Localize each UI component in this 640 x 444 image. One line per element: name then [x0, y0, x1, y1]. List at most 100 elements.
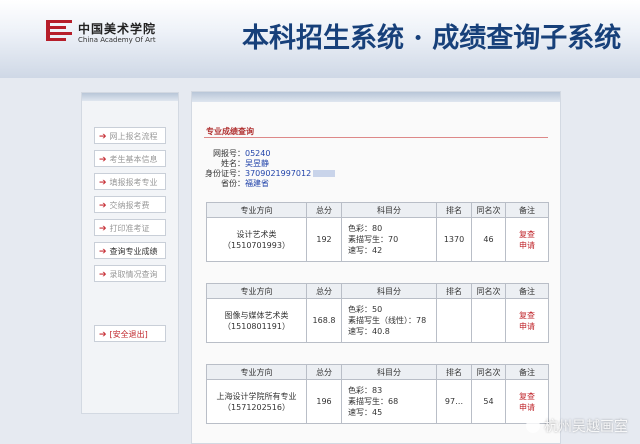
- arrow-right-icon: ➔: [99, 270, 107, 280]
- sidebar-item-label: 录取情况查询: [109, 270, 158, 279]
- arrow-right-icon: ➔: [99, 330, 107, 340]
- subject-score: 素描写生：68: [348, 397, 399, 406]
- main-topbar: [192, 92, 560, 102]
- section-divider: [204, 137, 548, 138]
- rank-cell: 1370: [436, 217, 472, 262]
- rank-cell: [436, 298, 472, 343]
- wechat-icon: [526, 419, 540, 433]
- subjects-cell: 色彩：83 素描写生：68 速写：45: [341, 379, 437, 424]
- id-redaction-blur: [313, 170, 336, 177]
- sidebar-item-label: 查询专业成绩: [109, 247, 158, 256]
- academy-logo-icon: [46, 20, 72, 44]
- score-table-shanghai: 专业方向 总分 科目分 排名 同名次 备注 上海设计学院所有专业 （1571202…: [206, 364, 549, 424]
- col-major: 专业方向: [206, 202, 307, 218]
- col-total: 总分: [306, 283, 342, 299]
- col-note: 备注: [505, 283, 549, 299]
- arrow-right-icon: ➔: [99, 247, 107, 257]
- col-total: 总分: [306, 202, 342, 218]
- major-name: 图像与媒体艺术类: [224, 310, 289, 320]
- major-code: （1510701993）: [223, 240, 290, 250]
- sidebar-item-label: 网上报名流程: [109, 132, 158, 141]
- major-cell: 图像与媒体艺术类 （1510801191）: [206, 298, 307, 343]
- subject-score: 素描写生（线性）：78: [348, 316, 427, 325]
- same-rank-cell: 54: [471, 379, 506, 424]
- sidebar: ➔ 网上报名流程 ➔ 考生基本信息 ➔ 填报报考专业 ➔ 交纳报考费 ➔ 打印准考证 ➔ 查…: [81, 92, 179, 414]
- logout-button[interactable]: ➔ [安全退出]: [94, 325, 166, 342]
- sidebar-item-choose-major[interactable]: ➔ 填报报考专业: [94, 173, 166, 190]
- same-rank-cell: 46: [471, 217, 506, 262]
- col-subjects: 科目分: [341, 202, 437, 218]
- watermark: 杭州吴越画室: [526, 416, 628, 436]
- subject-score: 色彩：83: [348, 386, 383, 395]
- col-same-rank: 同名次: [471, 283, 506, 299]
- sidebar-item-candidate-info[interactable]: ➔ 考生基本信息: [94, 150, 166, 167]
- sidebar-item-label: 打印准考证: [109, 224, 150, 233]
- major-name: 设计艺术类: [236, 229, 277, 239]
- col-same-rank: 同名次: [471, 202, 506, 218]
- table-header-row: 专业方向 总分 科目分 排名 同名次 备注: [206, 283, 549, 299]
- apply-text: 申请: [519, 240, 535, 250]
- sidebar-topbar: [82, 93, 178, 101]
- same-rank-cell: [471, 298, 506, 343]
- arrow-right-icon: ➔: [99, 132, 107, 142]
- table-row: 设计艺术类 （1510701993） 192 色彩：80 素描写生：70 速写：42 …: [206, 217, 549, 262]
- major-cell: 设计艺术类 （1510701993）: [206, 217, 307, 262]
- col-major: 专业方向: [206, 364, 307, 380]
- col-rank: 排名: [436, 364, 472, 380]
- logout-label: [安全退出]: [109, 330, 148, 339]
- col-same-rank: 同名次: [471, 364, 506, 380]
- info-label: 省份：: [221, 179, 245, 188]
- info-value: 福建省: [245, 179, 269, 188]
- major-name: 上海设计学院所有专业: [216, 391, 297, 401]
- arrow-right-icon: ➔: [99, 155, 107, 165]
- major-code: （1571202516）: [223, 402, 290, 412]
- col-major: 专业方向: [206, 283, 307, 299]
- table-row: 图像与媒体艺术类 （1510801191） 168.8 色彩：50 素描写生（线性）…: [206, 298, 549, 343]
- arrow-right-icon: ➔: [99, 178, 107, 188]
- major-cell: 上海设计学院所有专业 （1571202516）: [206, 379, 307, 424]
- sidebar-item-registration-process[interactable]: ➔ 网上报名流程: [94, 127, 166, 144]
- arrow-right-icon: ➔: [99, 201, 107, 211]
- table-header-row: 专业方向 总分 科目分 排名 同名次 备注: [206, 364, 549, 380]
- sidebar-item-query-scores[interactable]: ➔ 查询专业成绩: [94, 242, 166, 259]
- info-value: 05240: [245, 149, 271, 158]
- apply-text: 申请: [519, 321, 535, 331]
- subjects-cell: 色彩：50 素描写生（线性）：78 速写：40.8: [341, 298, 437, 343]
- apply-text: 申请: [519, 402, 535, 412]
- score-table-media: 专业方向 总分 科目分 排名 同名次 备注 图像与媒体艺术类 （151080119…: [206, 283, 549, 343]
- table-header-row: 专业方向 总分 科目分 排名 同名次 备注: [206, 202, 549, 218]
- section-title: 专业成绩查询: [206, 127, 254, 136]
- main-panel: 专业成绩查询 网报号：05240 姓名：吴昱静 身份证号：37090219970…: [191, 91, 561, 444]
- col-total: 总分: [306, 364, 342, 380]
- review-apply-link[interactable]: 复查 申请: [505, 298, 549, 343]
- score-table-design: 专业方向 总分 科目分 排名 同名次 备注 设计艺术类 （1510701993） …: [206, 202, 549, 262]
- total-cell: 168.8: [306, 298, 342, 343]
- info-value: 3709021997012: [245, 169, 312, 178]
- major-code: （1510801191）: [223, 321, 290, 331]
- academy-name-en: China Academy Of Art: [78, 36, 156, 44]
- sidebar-item-admission-status[interactable]: ➔ 录取情况查询: [94, 265, 166, 282]
- header-banner: 中国美术学院 China Academy Of Art 本科招生系统 · 成绩查…: [0, 0, 640, 78]
- system-title: 本科招生系统 · 成绩查询子系统: [242, 23, 622, 54]
- watermark-text: 杭州吴越画室: [544, 419, 628, 435]
- academy-name-cn: 中国美术学院: [78, 22, 157, 36]
- review-text: 复查: [519, 310, 535, 320]
- subject-score: 速写：45: [348, 408, 383, 417]
- table-row: 上海设计学院所有专业 （1571202516） 196 色彩：83 素描写生：68 速…: [206, 379, 549, 424]
- subject-score: 速写：40.8: [348, 327, 390, 336]
- review-apply-link[interactable]: 复查 申请: [505, 217, 549, 262]
- total-cell: 196: [306, 379, 342, 424]
- sidebar-item-label: 考生基本信息: [109, 155, 158, 164]
- sidebar-item-pay-fee[interactable]: ➔ 交纳报考费: [94, 196, 166, 213]
- subject-score: 速写：42: [348, 246, 383, 255]
- subject-score: 色彩：50: [348, 305, 383, 314]
- review-text: 复查: [519, 391, 535, 401]
- review-text: 复查: [519, 229, 535, 239]
- subject-score: 素描写生：70: [348, 235, 399, 244]
- col-note: 备注: [505, 364, 549, 380]
- col-rank: 排名: [436, 202, 472, 218]
- col-subjects: 科目分: [341, 364, 437, 380]
- sidebar-item-print-admission[interactable]: ➔ 打印准考证: [94, 219, 166, 236]
- info-row-province: 省份：福建省: [192, 178, 269, 189]
- info-value: 吴昱静: [245, 159, 269, 168]
